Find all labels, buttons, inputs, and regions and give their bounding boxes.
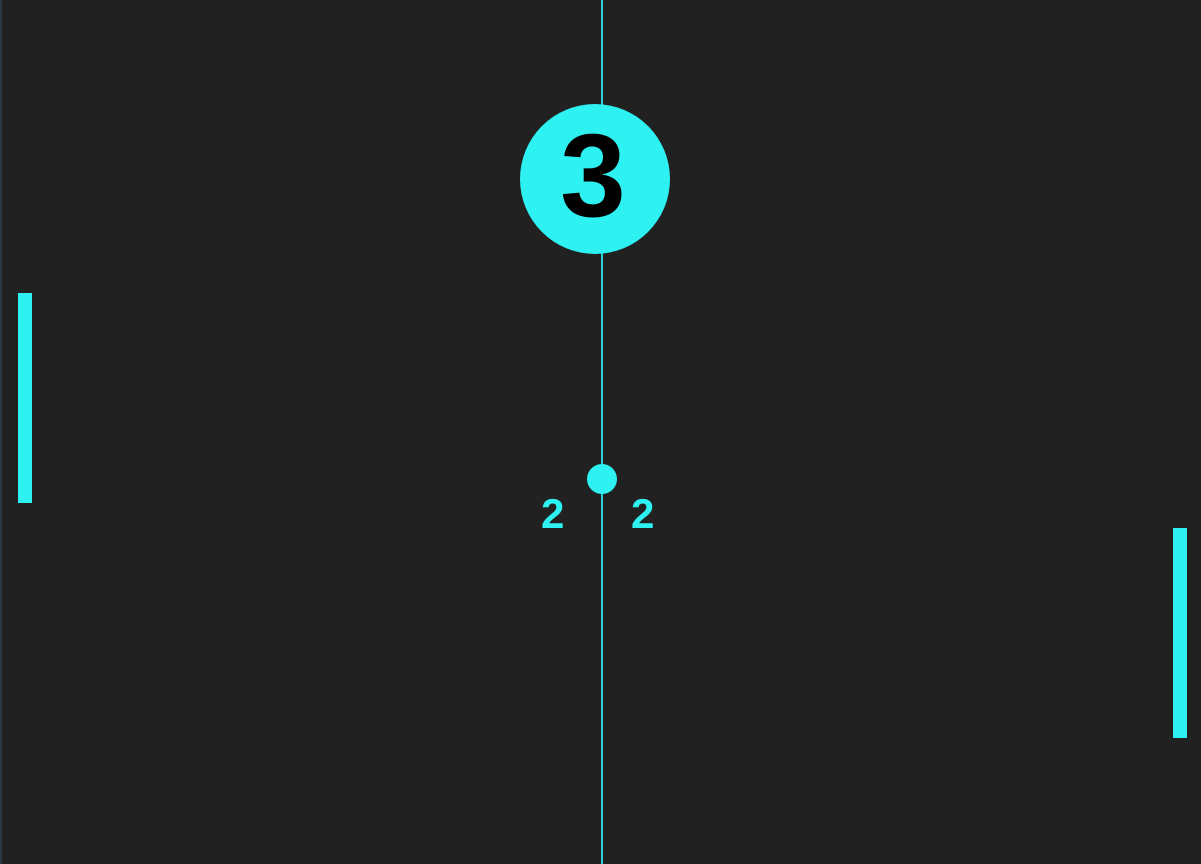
pong-game-board[interactable]: 3 2 2 (0, 0, 1201, 864)
right-player-score: 2 (631, 490, 655, 537)
countdown-badge: 3 (520, 104, 670, 254)
countdown-number: 3 (560, 110, 626, 242)
ball-icon (587, 464, 617, 494)
right-paddle[interactable] (1173, 528, 1187, 738)
window-edge-strip (0, 0, 2, 864)
left-player-score: 2 (541, 490, 565, 537)
left-paddle[interactable] (18, 293, 32, 503)
